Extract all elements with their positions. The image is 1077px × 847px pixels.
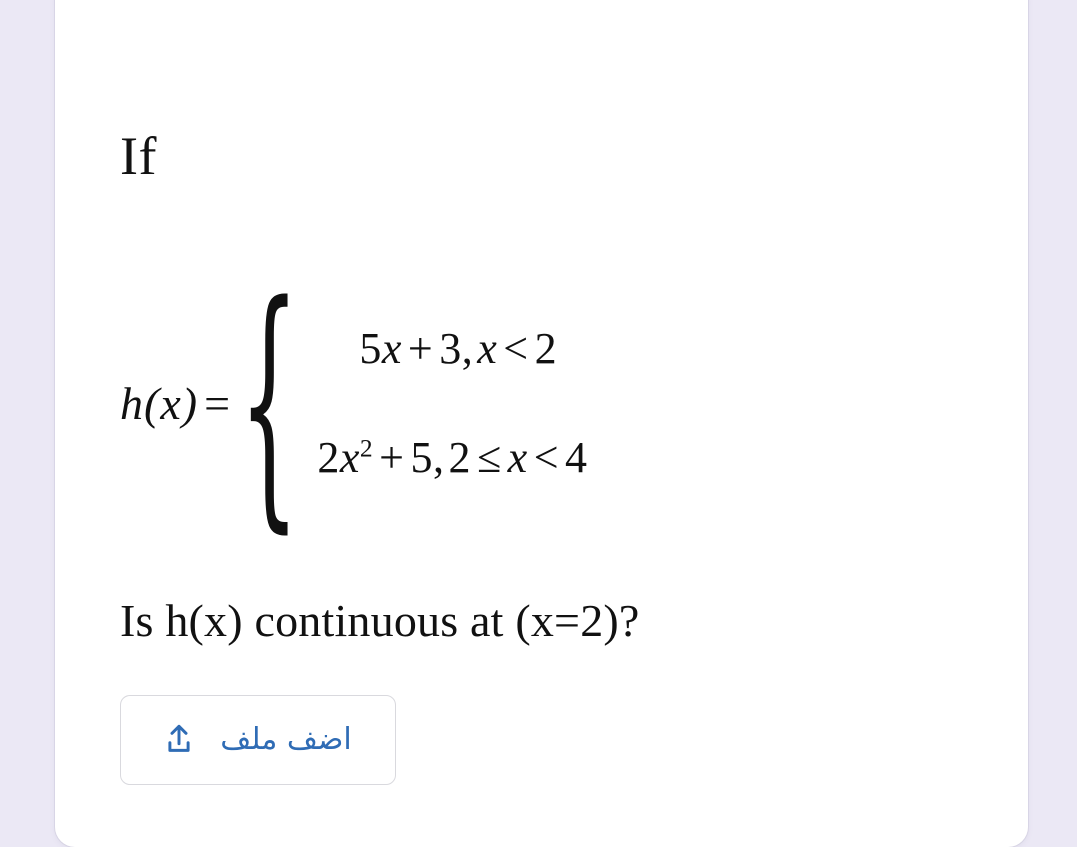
case1-operator: + [407,324,434,373]
case2-coefficient: 2 [317,433,340,482]
question-text: Is h(x) continuous at (x=2)? [120,595,640,646]
case2-constant: 5 [410,433,433,482]
case1-condition-operator: < [503,324,529,373]
card-inner: If h(x) = { 5x +3,x <2 2x2 +5,2 ≤ x <4 Is h(x) … [55,0,1028,847]
equation-left-hand-side: h(x) = [120,377,239,430]
case2-variable: x [339,433,360,482]
equals-sign: = [204,377,232,429]
case2-condition-upper: 4 [565,433,588,482]
case1-constant: 3 [439,324,462,373]
case2-condition-upper-operator: < [533,433,560,482]
case2-operator: + [379,433,405,482]
intro-text: If [120,126,157,186]
case2-exponent: 2 [359,433,374,463]
add-file-button[interactable]: اضف ملف [120,695,396,785]
equation-case-row: 2x2 +5,2 ≤ x <4 [317,432,587,483]
case1-coefficient: 5 [359,324,382,373]
case1-condition-variable: x [477,324,498,373]
upload-icon [164,724,194,756]
equation-cases: 5x +3,x <2 2x2 +5,2 ≤ x <4 [307,323,587,483]
function-notation: h(x) [120,377,199,429]
case2-condition-variable: x [507,433,528,482]
piecewise-equation: h(x) = { 5x +3,x <2 2x2 +5,2 ≤ x <4 [120,247,588,555]
equation-case-row: 5x +3,x <2 [317,323,587,374]
add-file-button-label: اضف ملف [220,722,352,757]
content-card: If h(x) = { 5x +3,x <2 2x2 +5,2 ≤ x <4 Is h(x) … [55,0,1028,847]
case2-comma: , [433,433,445,482]
case2-condition-lower: 2 [448,433,471,482]
case1-comma: , [461,324,474,373]
case1-condition-value: 2 [534,324,558,373]
case2-condition-lower-operator: ≤ [477,433,502,482]
case1-variable: x [381,324,402,373]
